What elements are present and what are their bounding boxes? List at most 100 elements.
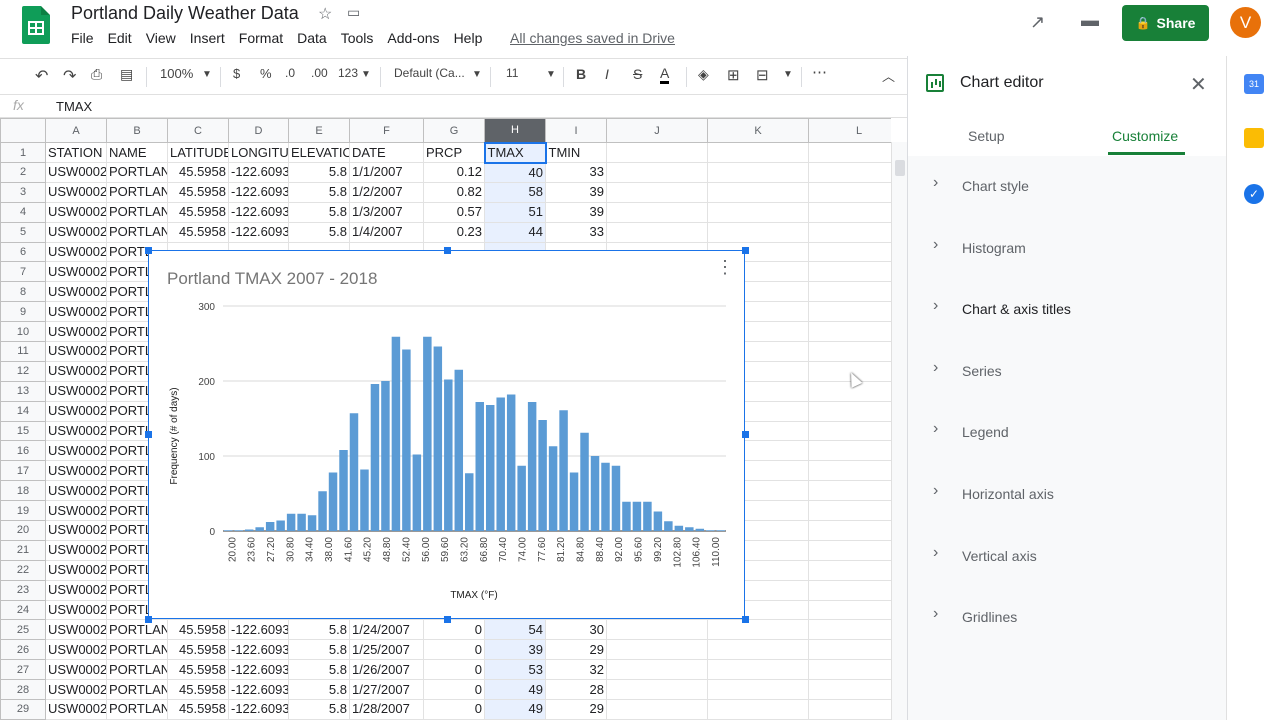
cell[interactable] [707, 162, 809, 183]
cell[interactable]: 5.8 [288, 221, 350, 243]
row-header[interactable]: 1 [0, 142, 46, 163]
cell[interactable] [707, 679, 809, 701]
cell[interactable]: 45.5958 [167, 181, 229, 203]
cell[interactable]: USW0002 [45, 480, 107, 502]
cell[interactable] [808, 420, 891, 442]
cell[interactable]: 32 [545, 659, 607, 681]
comments-icon[interactable]: ▬ [1081, 10, 1099, 31]
sheets-logo-icon[interactable] [22, 6, 50, 44]
tab-setup[interactable]: Setup [968, 128, 1005, 144]
cell[interactable]: 30 [545, 619, 607, 641]
row-header[interactable]: 14 [0, 400, 46, 422]
menu-item-edit[interactable]: Edit [108, 30, 132, 46]
cell[interactable] [707, 142, 809, 163]
tasks-icon[interactable]: ✓ [1244, 184, 1264, 204]
column-header-e[interactable]: E [288, 118, 350, 143]
avatar[interactable]: V [1230, 7, 1261, 38]
section-gridlines[interactable]: › Gridlines [908, 587, 1227, 649]
section-series[interactable]: › Series [908, 341, 1227, 403]
cell[interactable] [606, 659, 708, 681]
strikethrough-button[interactable]: S [633, 66, 642, 82]
document-title[interactable]: Portland Daily Weather Data [71, 3, 299, 24]
cell[interactable]: 45.5958 [167, 162, 229, 183]
cell[interactable]: 45.5958 [167, 679, 229, 701]
cell[interactable]: -122.6093 [228, 201, 289, 223]
row-header[interactable]: 11 [0, 341, 46, 362]
cell[interactable]: USW0002 [45, 539, 107, 561]
cell[interactable] [808, 301, 891, 323]
row-header[interactable]: 19 [0, 500, 46, 522]
cell[interactable]: LONGITUD [228, 142, 289, 163]
cell[interactable]: USW0002 [45, 639, 107, 661]
cell[interactable]: NAME [106, 142, 168, 163]
cell[interactable]: 0.57 [423, 201, 485, 223]
cell[interactable]: ELEVATIO [288, 142, 350, 163]
cell[interactable]: USW0002 [45, 281, 107, 303]
cell[interactable]: USW0002 [45, 679, 107, 701]
section-vertical-axis[interactable]: › Vertical axis [908, 526, 1227, 588]
embedded-chart[interactable]: Portland TMAX 2007 - 2018 ⋮ 0 100 200 300 20… [145, 247, 749, 623]
cell[interactable]: -122.6093 [228, 639, 289, 661]
cell[interactable] [808, 619, 891, 641]
undo-icon[interactable]: ↶ [35, 66, 48, 86]
cell[interactable]: PORTLANI [106, 619, 168, 641]
cell[interactable]: TMAX [483, 141, 547, 164]
cell[interactable] [808, 241, 891, 263]
column-header-h[interactable]: H [484, 118, 546, 143]
cell[interactable] [808, 639, 891, 661]
cell[interactable]: 1/1/2007 [349, 162, 424, 183]
cell[interactable]: USW0002 [45, 301, 107, 323]
cell[interactable]: 1/2/2007 [349, 181, 424, 203]
cell[interactable]: 5.8 [288, 181, 350, 203]
cell[interactable]: USW0002 [45, 321, 107, 343]
row-header[interactable]: 24 [0, 599, 46, 621]
row-header[interactable]: 18 [0, 480, 46, 502]
cell[interactable] [707, 181, 809, 203]
row-header[interactable]: 4 [0, 201, 46, 223]
cell[interactable] [707, 699, 809, 720]
cell[interactable] [808, 181, 891, 203]
cell[interactable]: USW0002 [45, 559, 107, 581]
row-header[interactable]: 27 [0, 659, 46, 681]
cell[interactable] [808, 599, 891, 621]
cell[interactable] [707, 659, 809, 681]
cell[interactable] [808, 539, 891, 561]
redo-icon[interactable]: ↷ [63, 66, 76, 86]
cell[interactable]: 0.82 [423, 181, 485, 203]
cell[interactable]: 1/4/2007 [349, 221, 424, 243]
row-header[interactable]: 8 [0, 281, 46, 303]
menu-item-tools[interactable]: Tools [341, 30, 374, 46]
cell[interactable] [808, 142, 891, 163]
cell[interactable] [606, 221, 708, 243]
row-header[interactable]: 7 [0, 261, 46, 283]
cell[interactable]: 40 [484, 162, 546, 183]
cell[interactable]: USW0002 [45, 360, 107, 382]
cell[interactable]: USW0002 [45, 500, 107, 522]
row-header[interactable]: 21 [0, 539, 46, 561]
cell[interactable]: 1/27/2007 [349, 679, 424, 701]
merge-cells-icon[interactable]: ⊟ [756, 66, 769, 84]
menu-item-format[interactable]: Format [239, 30, 283, 46]
font-family-select[interactable]: Default (Ca... [394, 66, 465, 80]
cell[interactable]: 45.5958 [167, 659, 229, 681]
cell[interactable]: LATITUDE [167, 142, 229, 163]
row-header[interactable]: 17 [0, 460, 46, 482]
cell[interactable]: USW0002 [45, 201, 107, 223]
column-header-a[interactable]: A [45, 118, 107, 143]
row-header[interactable]: 20 [0, 520, 46, 541]
cell[interactable] [808, 520, 891, 541]
cell[interactable]: PORTLANI [106, 659, 168, 681]
row-header[interactable]: 9 [0, 301, 46, 323]
cell[interactable] [808, 162, 891, 183]
cell[interactable]: -122.6093 [228, 221, 289, 243]
cell[interactable]: USW0002 [45, 261, 107, 283]
increase-decimal-button[interactable]: .00 [311, 66, 328, 80]
cell[interactable]: 1/28/2007 [349, 699, 424, 720]
cell[interactable]: 53 [484, 659, 546, 681]
cell[interactable]: 29 [545, 639, 607, 661]
cell[interactable] [707, 201, 809, 223]
cell[interactable]: 33 [545, 221, 607, 243]
row-header[interactable]: 10 [0, 321, 46, 343]
cell[interactable] [808, 500, 891, 522]
cell[interactable]: PORTLANI [106, 679, 168, 701]
